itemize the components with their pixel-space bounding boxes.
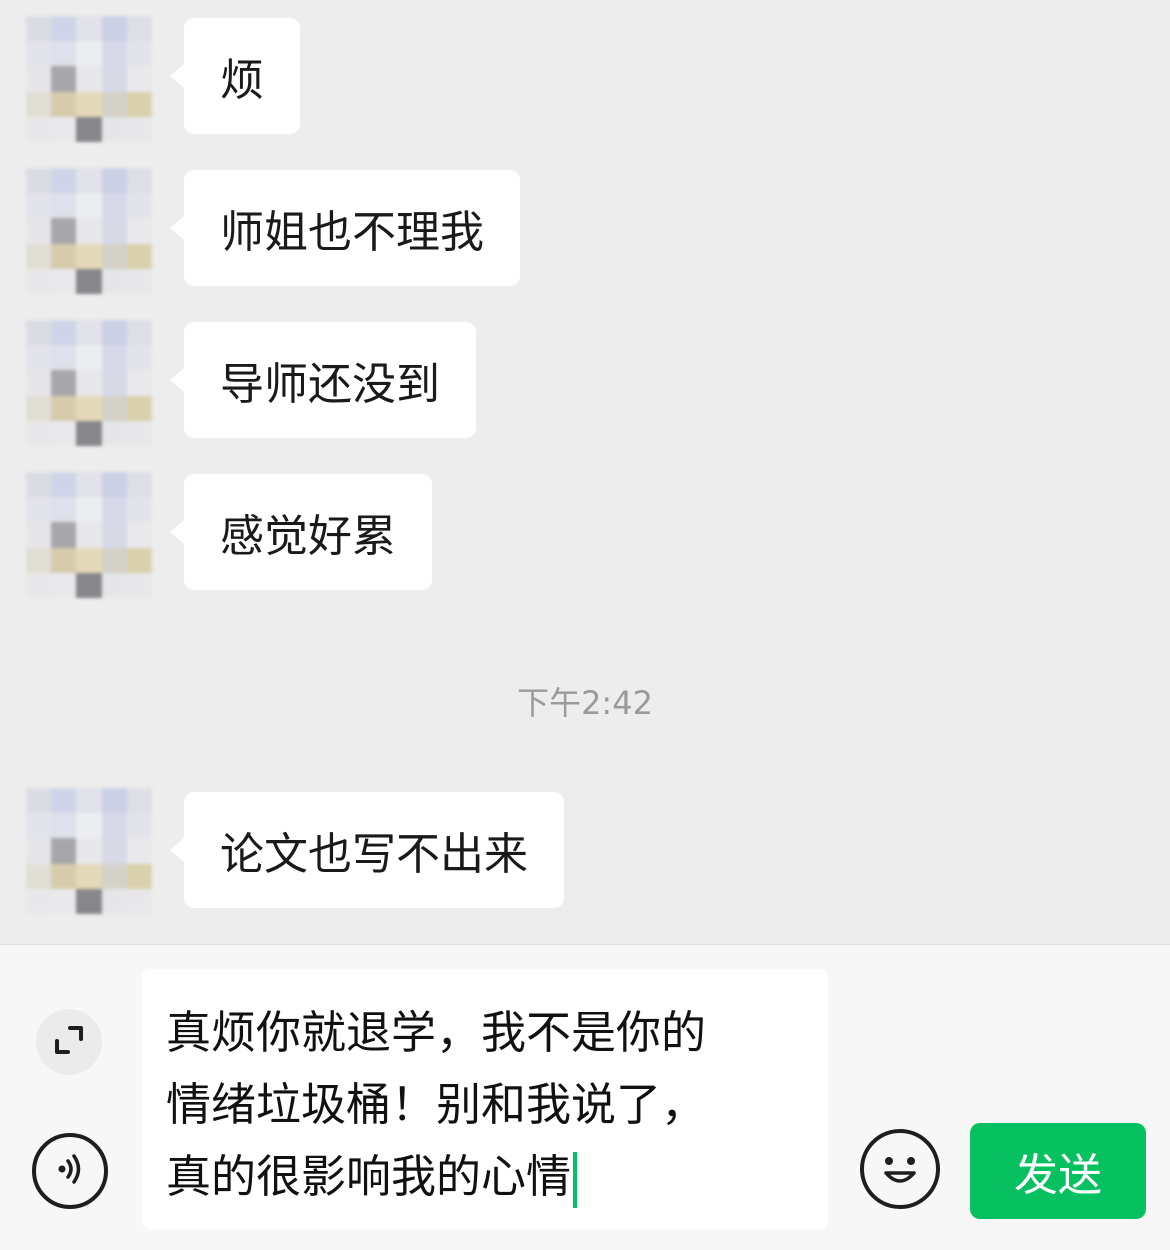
input-bar: 真烦你就退学，我不是你的 情绪垃圾桶！别和我说了， 真的很影响我的心情 发送 [0, 944, 1170, 1250]
voice-button[interactable] [32, 1133, 108, 1209]
emoji-button[interactable] [860, 1129, 940, 1209]
timestamp: 下午2:42 [517, 684, 653, 722]
input-line-text: 真的很影响我的心情 [166, 1150, 572, 1203]
input-line-last: 真的很影响我的心情 [166, 1141, 804, 1213]
input-line: 情绪垃圾桶！别和我说了， [166, 1078, 707, 1131]
expand-icon [52, 1023, 86, 1061]
message-bubble[interactable]: 感觉好累 [170, 474, 432, 590]
avatar[interactable] [26, 16, 152, 142]
message-bubble[interactable]: 师姐也不理我 [170, 170, 520, 286]
message-input[interactable]: 真烦你就退学，我不是你的 情绪垃圾桶！别和我说了， 真的很影响我的心情 [142, 969, 828, 1229]
avatar[interactable] [26, 472, 152, 598]
emoji-icon [864, 1157, 936, 1209]
avatar[interactable] [26, 320, 152, 446]
expand-button[interactable] [36, 1009, 102, 1075]
avatar[interactable] [26, 788, 152, 914]
chat-area: 烦 师姐也不理我 导师还没到 感觉好累 下午2:42 论文也写不出来 [0, 0, 1170, 944]
input-line: 真烦你就退学，我不是你的 [166, 1006, 707, 1059]
message-bubble[interactable]: 烦 [170, 18, 300, 134]
message-bubble[interactable]: 导师还没到 [170, 322, 476, 438]
text-caret [573, 1152, 578, 1208]
message-bubble[interactable]: 论文也写不出来 [170, 792, 564, 908]
send-button[interactable]: 发送 [970, 1123, 1146, 1219]
voice-icon [50, 1149, 90, 1193]
avatar[interactable] [26, 168, 152, 294]
